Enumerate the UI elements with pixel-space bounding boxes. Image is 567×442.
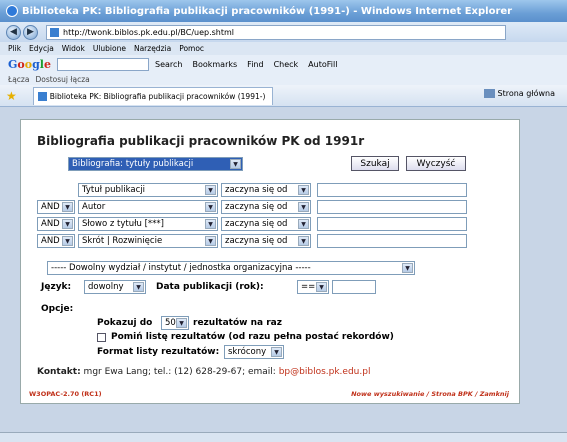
contact-email-link[interactable]: bp@biblos.pk.edu.pl	[279, 367, 371, 377]
search-button[interactable]: Szukaj	[351, 156, 399, 171]
page-content: Bibliografia publikacji pracowników PK o…	[0, 107, 567, 432]
date-input[interactable]	[332, 280, 376, 294]
home-button[interactable]: Strona główna	[483, 89, 555, 98]
department-select[interactable]: ----- Dowolny wydział / instytut / jedno…	[47, 261, 415, 275]
language-select[interactable]: dowolny ▼	[84, 280, 146, 294]
google-toolbar: Google Search Bookmarks Find Check AutoF…	[0, 55, 567, 73]
home-icon	[483, 89, 495, 98]
status-bar	[0, 432, 567, 442]
google-search-button[interactable]: Search	[155, 60, 182, 69]
value-input-3[interactable]	[317, 217, 467, 231]
value-input-1[interactable]	[317, 183, 467, 197]
skip-list-label: Pomiń listę rezultatów (od razu pełna po…	[111, 332, 394, 342]
menu-file[interactable]: Plik	[8, 44, 21, 53]
condition-select-1[interactable]: zaczyna się od ▼	[221, 183, 311, 197]
value-input-2[interactable]	[317, 200, 467, 214]
address-url: http://twonk.biblos.pk.edu.pl/BC/uep.sht…	[63, 27, 235, 37]
date-label: Data publikacji (rok):	[156, 282, 264, 292]
form-title: Bibliografia publikacji pracowników PK o…	[37, 134, 365, 148]
show-label: Pokazuj do	[97, 318, 153, 328]
format-select[interactable]: skrócony ▼	[224, 345, 284, 359]
favorites-star-icon[interactable]: ★	[6, 89, 17, 103]
google-logo: Google	[8, 57, 51, 71]
links-customize[interactable]: Dostosuj łącza	[35, 75, 89, 84]
chevron-down-icon: ▼	[230, 159, 241, 169]
condition-select-4[interactable]: zaczyna się od ▼	[221, 234, 311, 248]
menu-help[interactable]: Pomoc	[179, 44, 204, 53]
bookmarks-button[interactable]: Bookmarks	[192, 60, 237, 69]
clear-button[interactable]: Wyczyść	[406, 156, 466, 171]
skip-list-checkbox[interactable]	[97, 333, 106, 342]
value-input-4[interactable]	[317, 234, 467, 248]
show-post-label: rezultatów na raz	[193, 318, 282, 328]
condition-select-3[interactable]: zaczyna się od ▼	[221, 217, 311, 231]
field-select-3[interactable]: Słowo z tytułu [***] ▼	[78, 217, 218, 231]
back-button[interactable]: ◀	[6, 24, 21, 40]
page-icon	[50, 27, 59, 37]
operator-select-3[interactable]: AND ▼	[37, 217, 75, 231]
address-bar[interactable]: http://twonk.biblos.pk.edu.pl/BC/uep.sht…	[46, 24, 506, 40]
window-title: Biblioteka PK: Bibliografia publikacji p…	[22, 5, 513, 17]
autofill-button[interactable]: AutoFill	[308, 60, 337, 69]
links-label: Łącza	[8, 74, 30, 84]
menu-bar: Plik Edycja Widok Ulubione Narzędzia Pom…	[0, 42, 567, 55]
links-bar: Łącza Dostosuj łącza	[0, 73, 567, 85]
tab-title: Biblioteka PK: Bibliografia publikacji p…	[49, 91, 266, 101]
search-form-panel: Bibliografia publikacji pracowników PK o…	[20, 119, 520, 404]
contact-line: Kontakt: mgr Ewa Lang; tel.: (12) 628-29…	[37, 367, 371, 377]
operator-select-2[interactable]: AND ▼	[37, 200, 75, 214]
field-select-1[interactable]: Tytuł publikacji ▼	[78, 183, 218, 197]
footer-links[interactable]: Nowe wyszukiwanie / Strona BPK / Zamknij	[351, 390, 509, 398]
bibliography-select[interactable]: Bibliografia: tytuły publikacji ▼	[68, 157, 243, 171]
version-label: W3OPAC-2.70 (RC1)	[29, 390, 102, 398]
results-count-select[interactable]: 50 ▼	[161, 316, 189, 330]
options-label: Opcje:	[41, 304, 74, 314]
menu-favorites[interactable]: Ulubione	[93, 44, 126, 53]
field-select-2[interactable]: Autor ▼	[78, 200, 218, 214]
menu-view[interactable]: Widok	[62, 44, 85, 53]
date-operator-select[interactable]: == ▼	[297, 280, 329, 294]
menu-tools[interactable]: Narzędzia	[134, 44, 171, 53]
tab-current[interactable]: Biblioteka PK: Bibliografia publikacji p…	[32, 86, 273, 105]
format-label: Format listy rezultatów:	[97, 347, 220, 357]
language-label: Język:	[41, 282, 72, 292]
tab-page-icon	[37, 91, 47, 101]
window-titlebar: Biblioteka PK: Bibliografia publikacji p…	[0, 0, 567, 22]
operator-select-4[interactable]: AND ▼	[37, 234, 75, 248]
ie-logo-icon	[6, 5, 18, 17]
find-button[interactable]: Find	[247, 60, 263, 69]
google-search-input[interactable]	[56, 57, 149, 71]
tab-bar: ★ Biblioteka PK: Bibliografia publikacji…	[0, 85, 567, 107]
menu-edit[interactable]: Edycja	[29, 44, 54, 53]
check-button[interactable]: Check	[274, 60, 299, 69]
address-row: ◀ ▶ http://twonk.biblos.pk.edu.pl/BC/uep…	[0, 22, 567, 42]
field-select-4[interactable]: Skrót | Rozwinięcie ▼	[78, 234, 218, 248]
forward-button[interactable]: ▶	[23, 24, 38, 40]
condition-select-2[interactable]: zaczyna się od ▼	[221, 200, 311, 214]
